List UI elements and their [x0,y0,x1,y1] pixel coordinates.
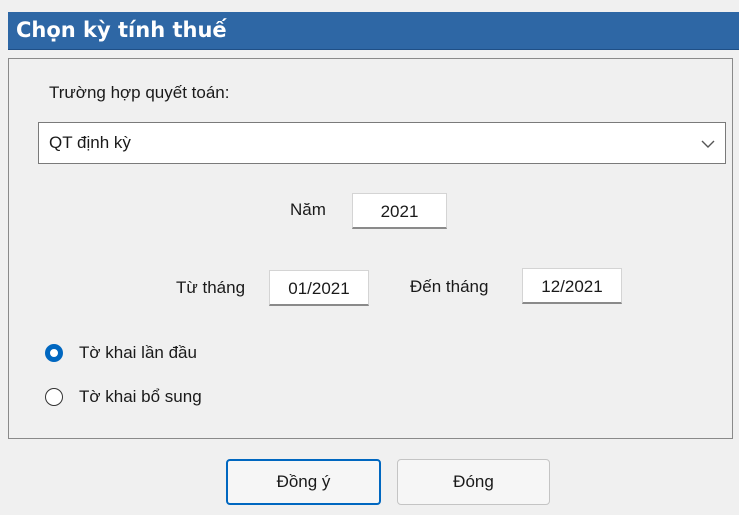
to-month-value: 12/2021 [541,277,603,296]
year-value: 2021 [380,202,419,221]
close-button[interactable]: Đóng [397,459,550,505]
dialog-title: Chọn kỳ tính thuế [16,18,227,42]
tax-period-group [8,58,733,439]
to-month-label: Đến tháng [410,277,489,296]
settlement-case-value: QT định kỳ [49,133,131,152]
year-input[interactable]: 2021 [352,193,447,229]
ok-button[interactable]: Đồng ý [226,459,381,505]
to-month-input[interactable]: 12/2021 [522,268,622,304]
radio-first-declaration[interactable] [45,344,63,362]
from-month-input[interactable]: 01/2021 [269,270,369,306]
supplementary-declaration-label[interactable]: Tờ khai bổ sung [79,386,202,408]
settlement-case-label: Trường hợp quyết toán: [49,83,230,102]
from-month-value: 01/2021 [288,279,350,298]
settlement-case-dropdown[interactable]: QT định kỳ [38,122,726,164]
radio-supplementary-declaration[interactable] [45,388,63,406]
chevron-down-icon [701,140,715,148]
first-declaration-label[interactable]: Tờ khai lần đầu [79,342,197,364]
year-label: Năm [290,200,326,219]
dialog-window: Chọn kỳ tính thuế Trường hợp quyết toán:… [0,0,739,515]
dialog-titlebar[interactable]: Chọn kỳ tính thuế [8,12,739,50]
from-month-label: Từ tháng [176,278,246,297]
